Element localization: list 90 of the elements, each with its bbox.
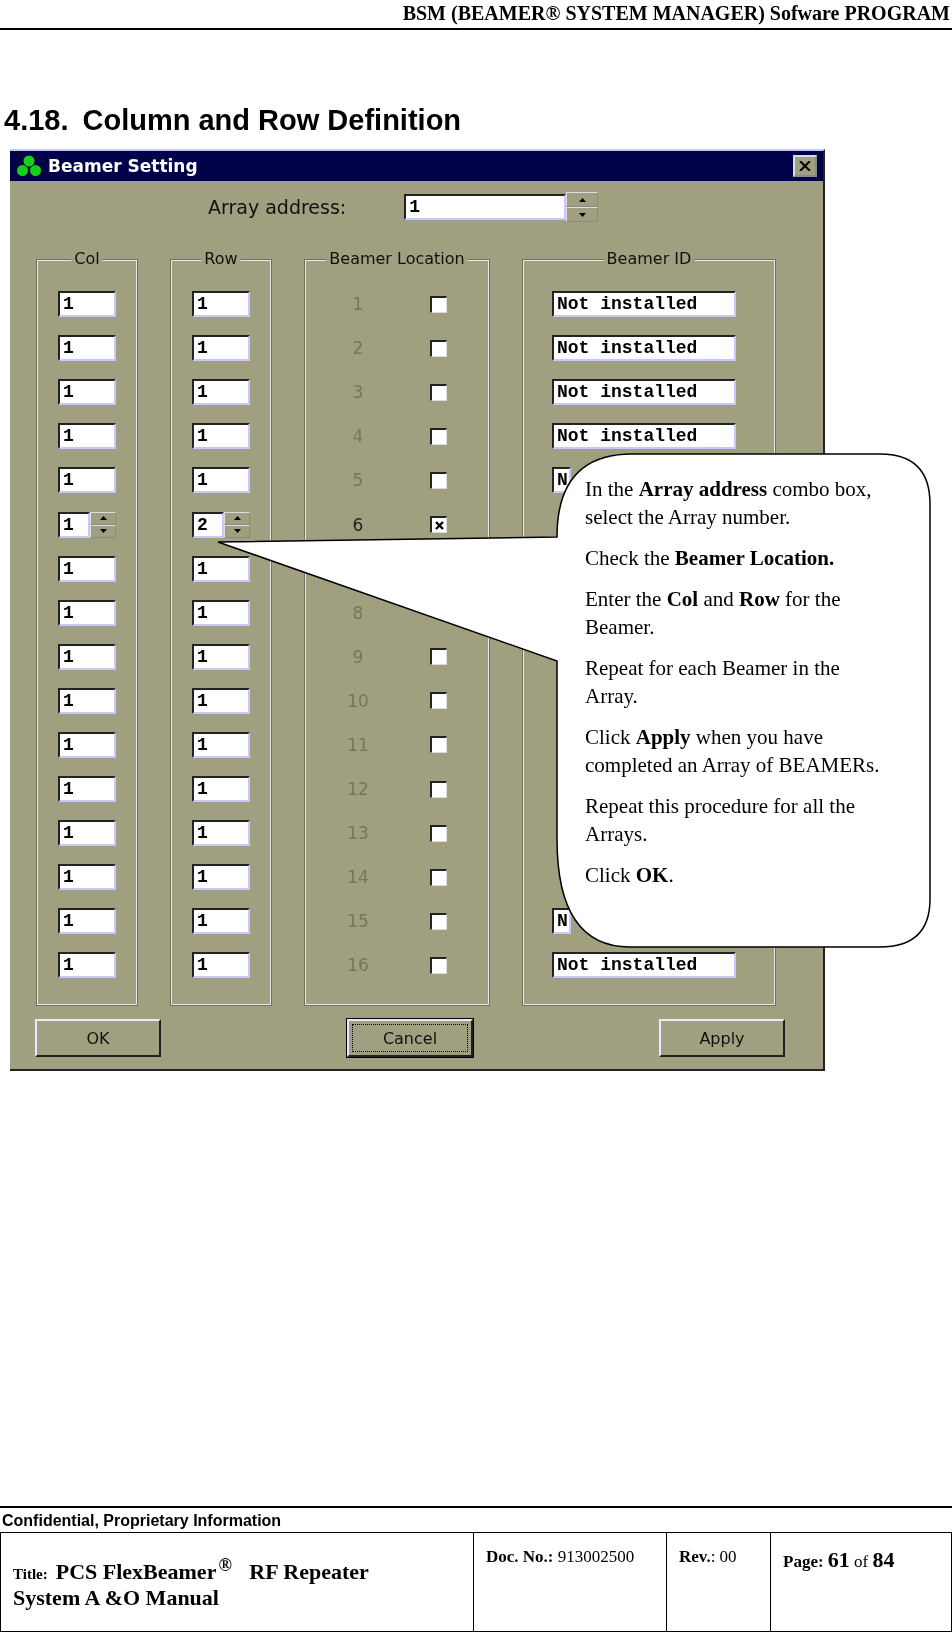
doc-number: Doc. No.: 913002500 <box>486 1547 635 1566</box>
beamer-id-field: Not installed <box>552 379 736 406</box>
callout-text: Check the Beamer Location. <box>585 545 836 572</box>
row-field[interactable]: 1 <box>192 820 250 847</box>
up-arrow-icon <box>99 516 107 520</box>
row-field[interactable]: 1 <box>192 687 250 714</box>
location-checkbox[interactable] <box>430 427 447 445</box>
row-field[interactable]: 1 <box>192 379 250 406</box>
spin-up-button[interactable] <box>90 511 116 525</box>
field-label: Array address: <box>208 196 347 218</box>
spin-up-button[interactable] <box>566 192 599 207</box>
beamer-id-field: Not installed <box>552 423 736 450</box>
col-field[interactable]: 1 <box>58 599 116 626</box>
page-number: Page: 61 of 84 <box>783 1552 895 1571</box>
location-checkbox[interactable] <box>430 824 447 842</box>
col-field[interactable]: 1 <box>58 423 116 450</box>
document-title: System A &O Manual <box>13 1585 220 1612</box>
col-field[interactable]: 1 <box>58 864 116 891</box>
row-field[interactable]: 1 <box>192 864 250 891</box>
title-label: Title: <box>13 1566 48 1584</box>
close-button[interactable] <box>793 155 817 177</box>
close-icon <box>799 161 811 171</box>
callout-text: Enter the Col and Row for the Beamer. <box>585 586 842 641</box>
row-field[interactable]: 1 <box>192 732 250 758</box>
row-field[interactable]: 1 <box>192 291 250 318</box>
row-field[interactable]: 1 <box>192 599 250 626</box>
revision: Rev.: 00 <box>679 1547 737 1566</box>
location-checkbox[interactable] <box>430 956 447 974</box>
callout-text: Repeat this procedure for all the Arrays. <box>585 793 856 848</box>
row-field[interactable]: 2 <box>192 511 224 538</box>
location-checkbox[interactable] <box>430 912 447 930</box>
document-title: PCS FlexBeamer$^{®}$ RF Repeater <box>55 1555 369 1586</box>
window-title: Beamer Setting <box>48 156 199 176</box>
app-icon <box>16 155 42 177</box>
dialog-button[interactable]: OK <box>35 1019 161 1057</box>
spin-up-button[interactable] <box>224 511 250 525</box>
col-field[interactable]: 1 <box>58 291 116 318</box>
section-number: 4.18. <box>4 104 69 137</box>
col-field[interactable]: 1 <box>58 820 116 847</box>
col-field[interactable]: 1 <box>58 335 116 362</box>
confidentiality-notice: Confidential, Proprietary Information <box>2 1512 283 1530</box>
callout-text: Click OK. <box>585 862 675 889</box>
location-checkbox[interactable] <box>430 383 447 401</box>
section-title: Column and Row Definition <box>82 104 462 137</box>
beamer-id-field: Not installed <box>552 291 736 318</box>
location-checkbox[interactable] <box>430 471 447 489</box>
col-field[interactable]: 1 <box>58 687 116 714</box>
running-header: BSM (BEAMER® SYSTEM MANAGER) Sofware PROGRAM <box>402 2 950 25</box>
callout-text: Repeat for each Beamer in the Array. <box>585 655 841 710</box>
row-field[interactable]: 1 <box>192 423 250 450</box>
dialog-button[interactable]: Apply <box>659 1019 785 1057</box>
col-field[interactable]: 1 <box>58 908 116 935</box>
array-address-field[interactable]: 1 <box>404 194 567 220</box>
row-field[interactable]: 1 <box>192 555 250 582</box>
row-field[interactable]: 1 <box>192 908 250 935</box>
col-field[interactable]: 1 <box>58 643 116 670</box>
row-field[interactable]: 1 <box>192 643 250 670</box>
callout-text: In the Array address combo box, select the Array number. <box>585 476 873 531</box>
row-field[interactable]: 1 <box>192 335 250 362</box>
col-field[interactable]: 1 <box>58 952 116 979</box>
col-field[interactable]: 1 <box>58 379 116 406</box>
location-checkbox[interactable] <box>430 692 447 710</box>
location-checkbox[interactable] <box>430 736 447 754</box>
up-arrow-icon <box>578 197 586 202</box>
col-field[interactable]: 1 <box>58 511 90 538</box>
location-checkbox[interactable] <box>430 516 447 533</box>
row-field[interactable]: 1 <box>192 952 250 979</box>
beamer-id-field: Not installed <box>552 952 736 979</box>
beamer-id-field: Not installed <box>552 335 736 362</box>
location-checkbox[interactable] <box>430 868 447 886</box>
down-arrow-icon <box>578 212 586 217</box>
spin-down-button[interactable] <box>566 207 599 222</box>
col-field[interactable]: 1 <box>58 732 116 758</box>
dialog-button[interactable]: Cancel <box>347 1019 473 1057</box>
col-field[interactable]: 1 <box>58 555 116 582</box>
location-number: 6 <box>351 514 365 535</box>
beamer-id-field: N <box>552 908 571 935</box>
location-checkbox[interactable] <box>430 339 447 357</box>
col-field[interactable]: 1 <box>58 776 116 803</box>
down-arrow-icon <box>233 529 241 533</box>
down-arrow-icon <box>99 529 107 533</box>
location-checkbox[interactable] <box>430 295 447 313</box>
row-field[interactable]: 1 <box>192 467 250 494</box>
location-checkbox[interactable] <box>430 780 447 798</box>
check-x-icon <box>434 520 444 530</box>
callout-text: Click Apply when you have completed an Array of BEAMERs. <box>585 724 881 779</box>
location-checkbox[interactable] <box>430 648 447 666</box>
col-field[interactable]: 1 <box>58 467 116 494</box>
up-arrow-icon <box>233 516 241 520</box>
row-field[interactable]: 1 <box>192 776 250 803</box>
